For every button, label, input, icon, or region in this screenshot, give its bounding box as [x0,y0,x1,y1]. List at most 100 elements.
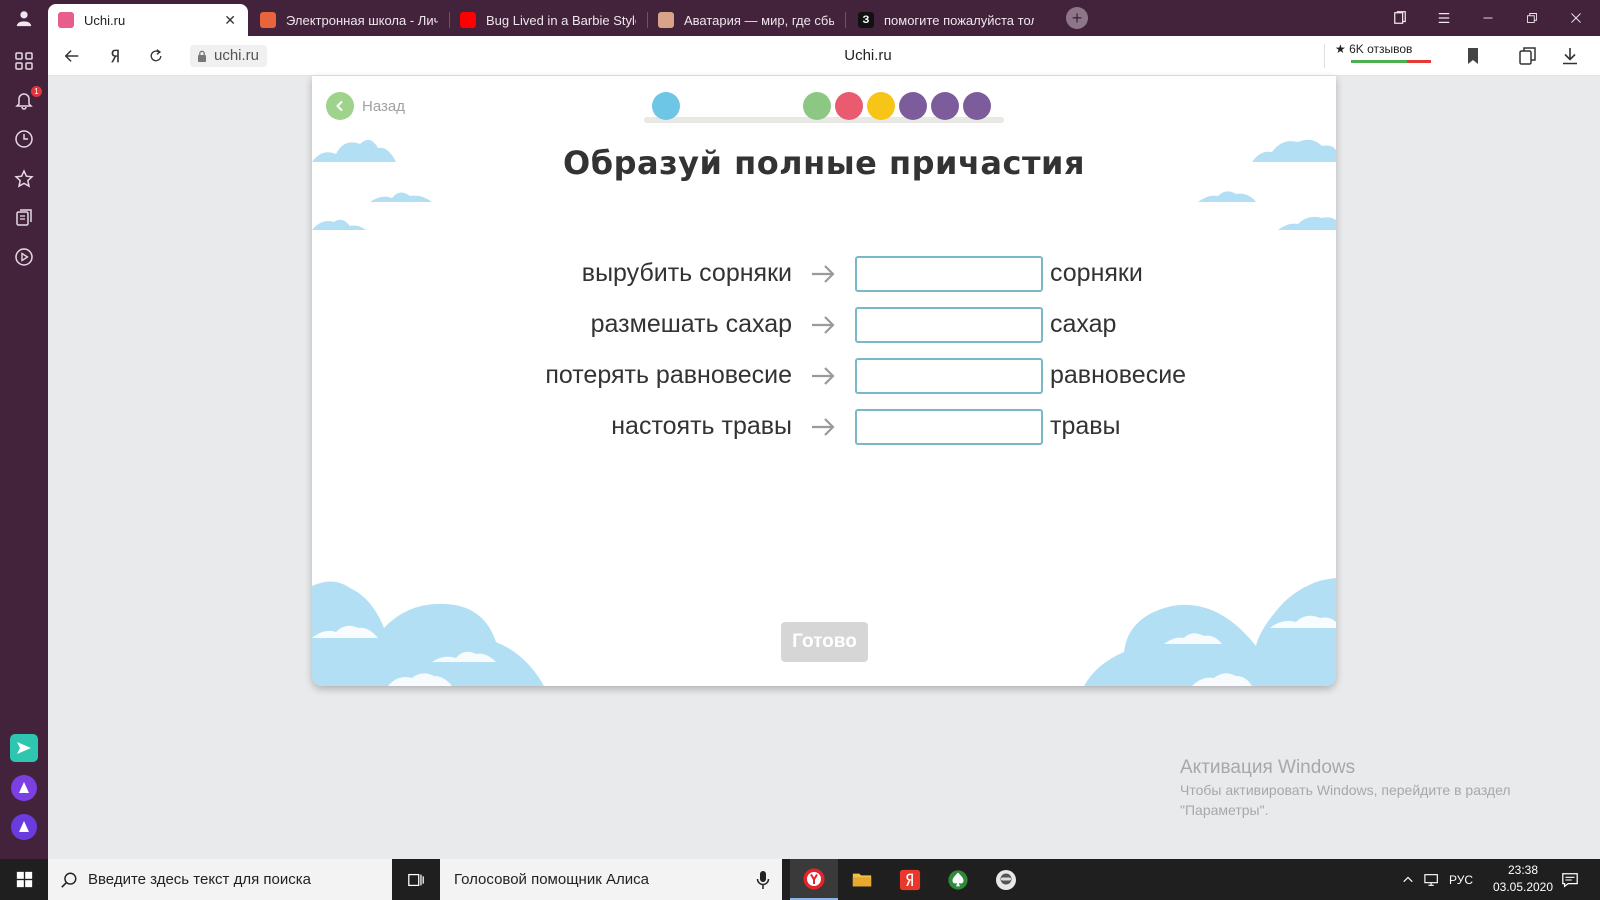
alice-voice-assistant-input[interactable]: Голосовой помощник Алиса [440,859,782,900]
progress-dot [803,92,831,120]
windows-taskbar: Введите здесь текст для поиска Голосовой… [0,859,1600,900]
url-field[interactable]: uchi.ru [190,45,268,67]
assistant-app-taskbar-icon[interactable] [982,859,1030,900]
close-tab-icon[interactable]: ✕ [224,12,236,29]
activation-watermark-title: Активация Windows [1180,757,1356,778]
yandex-app-taskbar-icon[interactable] [886,859,934,900]
arrow-right-icon [812,316,835,334]
collections-icon[interactable] [1378,0,1422,36]
windows-start-icon[interactable] [0,859,48,900]
url-text: uchi.ru [214,47,260,64]
alice-chat-icon[interactable] [11,775,37,801]
exercise-title: Образуй полные причастия [563,144,1085,182]
protect-cards-icon[interactable] [1518,46,1538,66]
progress-dot [835,92,863,120]
browser-sidebar: 1 [0,36,48,859]
youtube-favicon-icon [460,12,476,28]
restore-icon[interactable] [1510,0,1554,36]
progress-dot [867,92,895,120]
source-phrase: потерять равновесие [545,361,792,389]
tab-uchi[interactable]: Uchi.ru ✕ [48,4,248,36]
school-favicon-icon [260,12,276,28]
exercise-row: вырубить сорняки сорняки [312,256,1336,292]
progress-dot [899,92,927,120]
history-clock-icon[interactable] [12,127,36,151]
done-button[interactable]: Готово [781,622,868,662]
page-title: Uchi.ru [844,47,892,64]
target-noun: сорняки [1050,259,1143,287]
reviews-badge[interactable]: ★ 6K отзывов [1335,42,1412,56]
back-label: Назад [362,97,405,115]
bookmark-icon[interactable] [1463,46,1483,66]
task-view-icon[interactable] [392,859,440,900]
participle-input[interactable] [855,256,1043,292]
apps-grid-icon[interactable] [12,49,36,73]
close-window-icon[interactable] [1554,0,1598,36]
tab-label: Uchi.ru [84,12,126,28]
divider [1324,44,1325,68]
tab-label: Bug Lived in a Barbie Style [486,12,636,28]
zen-feed-icon[interactable] [12,206,36,230]
network-icon[interactable] [1420,859,1444,900]
tab-strip: Uchi.ru ✕ Электронная школа - Лич Bug Li… [0,0,1600,36]
address-bar: uchi.ru Uchi.ru ★ 6K отзывов [48,36,1600,76]
target-noun: равновесие [1050,361,1187,389]
menu-icon[interactable] [1422,0,1466,36]
reload-icon[interactable] [144,44,168,68]
bookmarks-star-icon[interactable] [12,167,36,191]
profile-icon[interactable] [0,0,48,36]
yandex-browser-taskbar-icon[interactable] [790,859,838,900]
target-noun: травы [1050,412,1121,440]
messenger-app-icon[interactable] [10,734,38,762]
file-explorer-taskbar-icon[interactable] [838,859,886,900]
arrow-right-icon [812,418,835,436]
microphone-icon[interactable] [756,870,770,890]
alice-assistant-icon[interactable] [11,814,37,840]
progress-dot [931,92,959,120]
tab-label: помогите пожалуйста тол [884,12,1034,28]
video-play-icon[interactable] [12,245,36,269]
participle-input[interactable] [855,409,1043,445]
show-hidden-icons-chevron-icon[interactable] [1398,859,1418,900]
game-app-taskbar-icon[interactable] [934,859,982,900]
uchi-favicon-icon [58,12,74,28]
alice-label: Голосовой помощник Алиса [454,871,649,888]
tab-label: Аватария — мир, где сбы [684,12,834,28]
lesson-card: Назад Образуй полные причастия вырубить … [312,76,1336,686]
search-placeholder: Введите здесь текст для поиска [88,871,311,888]
progress-dot [652,92,680,120]
chevron-left-icon [326,92,354,120]
yandex-logo-icon[interactable] [104,44,128,68]
search-icon [61,872,77,888]
arrow-right-icon [812,367,835,385]
back-arrow-icon[interactable] [60,44,84,68]
activation-watermark-text: "Параметры". [1180,802,1269,818]
minimize-icon[interactable] [1466,0,1510,36]
taskbar-search-input[interactable]: Введите здесь текст для поиска [48,859,392,900]
source-phrase: настоять травы [611,412,792,440]
progress-dot [963,92,991,120]
download-icon[interactable] [1560,46,1580,66]
avataria-favicon-icon [658,12,674,28]
tab-youtube[interactable]: Bug Lived in a Barbie Style [450,4,646,36]
new-tab-button[interactable]: + [1066,7,1088,29]
back-button[interactable]: Назад [326,92,405,120]
participle-input[interactable] [855,358,1043,394]
tab-label: Электронная школа - Лич [286,12,438,28]
arrow-right-icon [812,265,835,283]
activation-watermark-text: Чтобы активировать Windows, перейдите в … [1180,782,1511,798]
tab-znanija[interactable]: З помогите пожалуйста тол [848,4,1044,36]
rating-bar [1351,60,1431,63]
tab-electronic-school[interactable]: Электронная школа - Лич [250,4,448,36]
action-center-icon[interactable] [1554,859,1586,900]
lock-icon [198,50,206,62]
exercise-row: настоять травы травы [312,409,1336,445]
tab-avataria[interactable]: Аватария — мир, где сбы [648,4,844,36]
source-phrase: вырубить сорняки [581,259,792,287]
tab-separator [845,12,846,28]
language-indicator[interactable]: РУС [1446,859,1476,900]
znanija-favicon-icon: З [858,12,874,28]
exercise-row: размешать сахар сахар [312,307,1336,343]
notification-badge: 1 [31,86,42,97]
participle-input[interactable] [855,307,1043,343]
